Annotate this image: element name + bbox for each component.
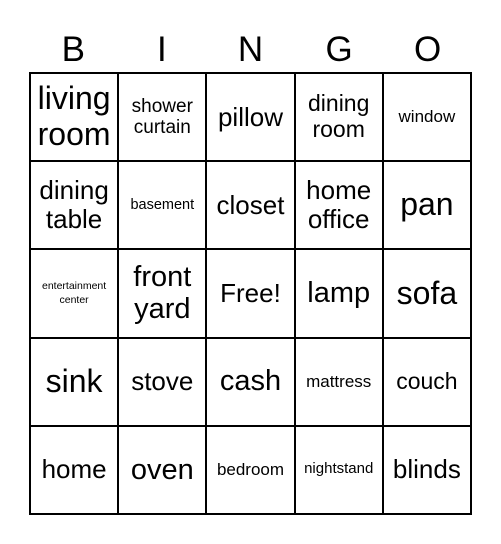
bingo-cell[interactable]: lamp [294,249,383,338]
bingo-cell[interactable]: stove [118,337,207,426]
bingo-cell[interactable]: pan [382,161,471,250]
bingo-cell[interactable]: sink [30,337,119,426]
bingo-cell[interactable]: home [30,425,119,514]
bingo-cell[interactable]: dining table [30,161,119,250]
bingo-cell[interactable]: nightstand [294,425,383,514]
header-letter-b: B [61,30,85,69]
header-letter-g: G [325,30,353,69]
bingo-cell[interactable]: home office [294,161,383,250]
bingo-cell[interactable]: mattress [294,337,383,426]
bingo-cell[interactable]: couch [382,337,471,426]
bingo-cell[interactable]: window [382,73,471,162]
bingo-header: B I N G O [29,28,472,72]
bingo-cell[interactable]: basement [118,161,207,250]
bingo-cell[interactable]: cash [206,337,295,426]
bingo-cell[interactable]: front yard [118,249,207,338]
header-letter-n: N [237,30,264,69]
free-space-cell[interactable]: Free! [206,249,295,338]
bingo-cell[interactable]: sofa [382,249,471,338]
bingo-cell[interactable]: entertainment center [30,249,119,338]
bingo-cell[interactable]: shower curtain [118,73,207,162]
bingo-cell[interactable]: living room [30,73,119,162]
bingo-cell[interactable]: dining room [294,73,383,162]
bingo-grid: living room shower curtain pillow dining… [29,72,472,515]
header-letter-o: O [414,30,442,69]
bingo-cell[interactable]: blinds [382,425,471,514]
bingo-cell[interactable]: oven [118,425,207,514]
header-letter-i: I [157,30,167,69]
bingo-cell[interactable]: pillow [206,73,295,162]
bingo-cell[interactable]: closet [206,161,295,250]
bingo-cell[interactable]: bedroom [206,425,295,514]
